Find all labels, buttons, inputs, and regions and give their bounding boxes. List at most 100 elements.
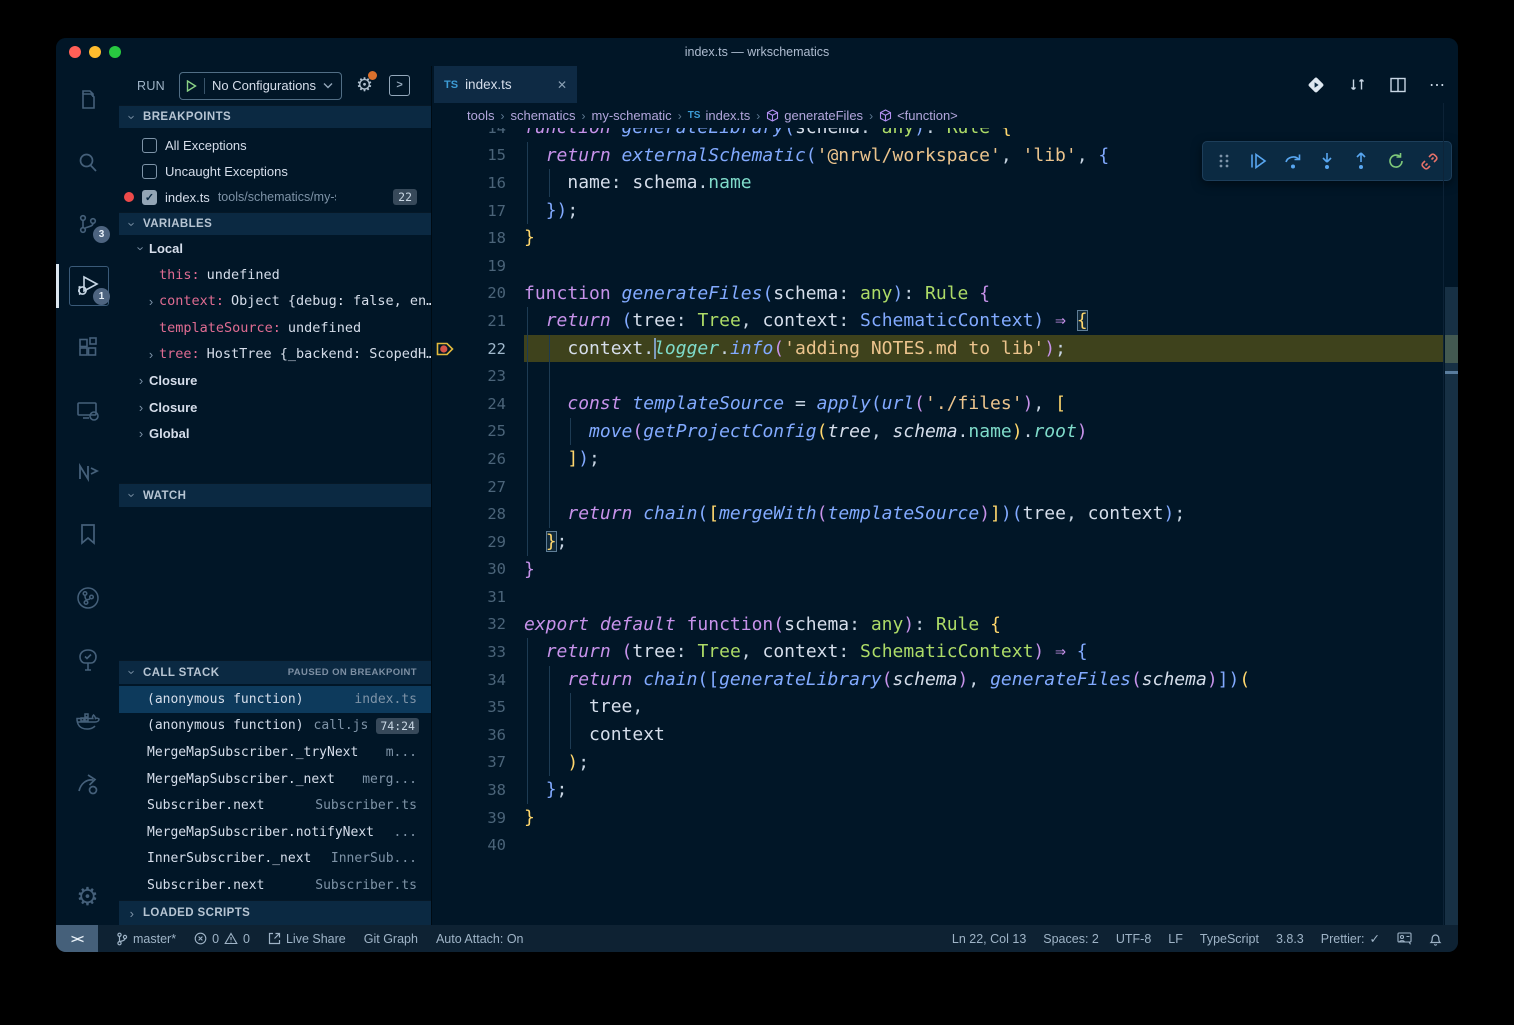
code-line-content[interactable]: context.logger.info('adding NOTES.md to … <box>524 335 1444 363</box>
chevron-right-icon[interactable]: › <box>143 347 159 362</box>
code-line-content[interactable]: return (tree: Tree, context: SchematicCo… <box>524 638 1444 666</box>
start-debug-icon[interactable] <box>186 80 197 92</box>
gutter[interactable]: 18 <box>432 224 524 252</box>
continue-icon[interactable] <box>1246 148 1272 174</box>
gutter[interactable]: 29 <box>432 528 524 556</box>
nx-console-icon[interactable] <box>56 448 119 496</box>
indentation[interactable]: Spaces: 2 <box>1043 932 1099 946</box>
remote-explorer-icon[interactable] <box>56 386 119 434</box>
gutter[interactable]: 15 <box>432 142 524 170</box>
breakpoint-row[interactable]: ✓index.tstools/schematics/my-sch...22 <box>119 184 431 210</box>
code-line-content[interactable] <box>524 473 1444 501</box>
call-stack-frame[interactable]: Subscriber.nextSubscriber.ts <box>119 792 431 819</box>
scrollbar[interactable] <box>1443 103 1458 925</box>
gutter[interactable]: 36 <box>432 721 524 749</box>
breadcrumb-item[interactable]: generateFiles <box>766 108 863 123</box>
code-line-content[interactable] <box>524 831 1444 859</box>
chevron-right-icon[interactable]: › <box>143 294 159 309</box>
close-tab-icon[interactable]: ✕ <box>557 78 567 92</box>
gutter[interactable]: 30 <box>432 556 524 584</box>
run-debug-icon[interactable]: 1 <box>56 262 119 310</box>
call-stack-frame[interactable]: (anonymous function)index.ts <box>119 686 431 713</box>
code-line[interactable]: 23 <box>432 362 1444 390</box>
encoding[interactable]: UTF-8 <box>1116 932 1151 946</box>
code-line-content[interactable]: export default function(schema: any): Ru… <box>524 611 1444 639</box>
variable-row[interactable]: ›Closure <box>119 394 431 421</box>
variable-row[interactable]: ›Global <box>119 421 431 448</box>
code-line-content[interactable]: } <box>524 556 1444 584</box>
gutter[interactable]: 21 <box>432 307 524 335</box>
breakpoint-row[interactable]: Uncaught Exceptions <box>119 158 431 184</box>
gutter[interactable]: 34 <box>432 666 524 694</box>
code-line-content[interactable]: move(getProjectConfig(tree, schema.name)… <box>524 418 1444 446</box>
configure-gear-icon[interactable]: ⚙ <box>356 74 373 97</box>
code-line[interactable]: 19 <box>432 252 1444 280</box>
breakpoints-header[interactable]: › BREAKPOINTS <box>119 105 431 128</box>
bookmarks-icon[interactable] <box>56 510 119 558</box>
remote-indicator[interactable]: >< <box>56 925 98 952</box>
call-stack-frame[interactable]: (anonymous function)call.js74:24 <box>119 713 431 740</box>
more-actions-icon[interactable]: ⋯ <box>1429 75 1446 95</box>
code-line-content[interactable]: }; <box>524 528 1444 556</box>
code-line-content[interactable]: tree, <box>524 693 1444 721</box>
variable-row[interactable]: ›Local <box>119 235 431 262</box>
scrollbar-thumb[interactable] <box>1445 287 1458 925</box>
breadcrumb-item[interactable]: schematics <box>510 108 575 123</box>
gutter[interactable]: 38 <box>432 776 524 804</box>
launch-config-dropdown[interactable]: No Configurations <box>179 72 342 100</box>
code-line[interactable]: 20function generateFiles(schema: any): R… <box>432 280 1444 308</box>
call-stack-frame[interactable]: MergeMapSubscriber._nextmerg... <box>119 766 431 793</box>
code-line-content[interactable]: ]); <box>524 445 1444 473</box>
search-icon[interactable] <box>56 138 119 186</box>
variable-row[interactable]: ›context:Object {debug: false, en… <box>119 288 431 315</box>
call-stack-frame[interactable]: InnerSubscriber._nextInnerSub... <box>119 846 431 873</box>
code-line-content[interactable] <box>524 362 1444 390</box>
gutter[interactable]: 37 <box>432 749 524 777</box>
code-line-content[interactable]: const templateSource = apply(url('./file… <box>524 390 1444 418</box>
code-line[interactable]: 29 }; <box>432 528 1444 556</box>
gutter[interactable]: 23 <box>432 362 524 390</box>
split-editor-icon[interactable] <box>1389 76 1407 94</box>
code-line[interactable]: 27 <box>432 473 1444 501</box>
restart-icon[interactable] <box>1383 148 1409 174</box>
code-line[interactable]: 39} <box>432 804 1444 832</box>
code-line[interactable]: 21 return (tree: Tree, context: Schemati… <box>432 307 1444 335</box>
code-line-content[interactable] <box>524 252 1444 280</box>
step-out-icon[interactable] <box>1348 148 1374 174</box>
code-line[interactable]: 32export default function(schema: any): … <box>432 611 1444 639</box>
variable-row[interactable]: this:undefined <box>119 262 431 289</box>
breakpoint-checkbox[interactable] <box>142 138 157 153</box>
watch-header[interactable]: › WATCH <box>119 483 431 507</box>
code-line[interactable]: 37 ); <box>432 749 1444 777</box>
code-line[interactable]: 24 const templateSource = apply(url('./f… <box>432 390 1444 418</box>
ts-version[interactable]: 3.8.3 <box>1276 932 1304 946</box>
code-line-content[interactable]: function generateFiles(schema: any): Rul… <box>524 280 1444 308</box>
code-line[interactable]: 18} <box>432 224 1444 252</box>
gutter[interactable]: 28 <box>432 500 524 528</box>
gutter[interactable]: 25 <box>432 418 524 446</box>
code-line-content[interactable] <box>524 583 1444 611</box>
code-line-content[interactable]: }; <box>524 776 1444 804</box>
problems-indicator[interactable]: 0 0 <box>194 932 250 946</box>
code-line-content[interactable]: }); <box>524 197 1444 225</box>
toolbar-drag-handle[interactable] <box>1211 148 1237 174</box>
gutter[interactable]: 31 <box>432 583 524 611</box>
gutter[interactable]: 32 <box>432 611 524 639</box>
gitlens-icon[interactable] <box>56 574 119 622</box>
call-stack-frame[interactable]: Subscriber.nextSubscriber.ts <box>119 872 431 899</box>
variable-row[interactable]: ›tree:HostTree {_backend: ScopedH… <box>119 341 431 368</box>
code-line-content[interactable]: context <box>524 721 1444 749</box>
gutter[interactable]: 20 <box>432 280 524 308</box>
breakpoint-checkbox[interactable] <box>142 164 157 179</box>
code-line[interactable]: 30} <box>432 556 1444 584</box>
todo-tree-icon[interactable] <box>56 636 119 684</box>
compare-changes-icon[interactable] <box>1348 75 1367 94</box>
open-changes-icon[interactable] <box>1306 75 1326 95</box>
eol[interactable]: LF <box>1168 932 1183 946</box>
docker-icon[interactable] <box>56 698 119 746</box>
breadcrumb-item[interactable]: tools <box>467 108 494 123</box>
git-graph-button[interactable]: Git Graph <box>364 932 418 946</box>
gutter[interactable]: 35 <box>432 693 524 721</box>
variable-row[interactable]: ›Closure <box>119 368 431 395</box>
gutter[interactable]: 24 <box>432 390 524 418</box>
